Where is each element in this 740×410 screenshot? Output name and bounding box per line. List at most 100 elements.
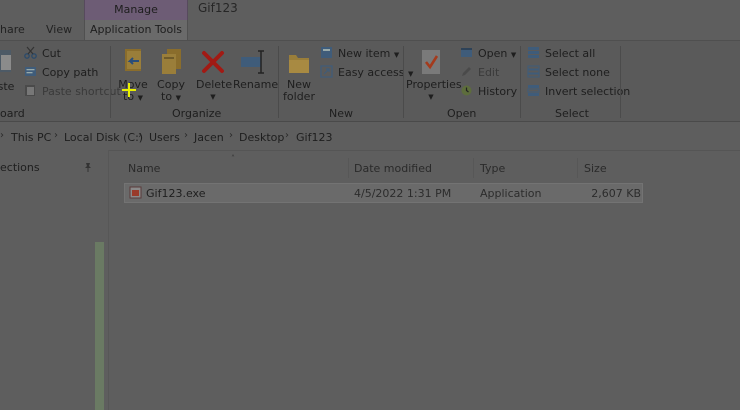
ribbon-separator xyxy=(620,46,621,118)
paste-shortcut-icon xyxy=(24,84,37,97)
copy-to-icon xyxy=(157,47,185,77)
chevron-down-icon: ▼ xyxy=(393,51,400,59)
paste-label: ste xyxy=(0,80,15,93)
new-folder-label-line2: folder xyxy=(283,90,315,103)
copy-path-icon xyxy=(24,65,37,78)
address-bar[interactable]: › This PC › Local Disk (C:) › Users › Ja… xyxy=(0,122,740,151)
cut-button[interactable]: Cut xyxy=(24,46,61,62)
file-size: 2,607 KB xyxy=(591,187,641,200)
breadcrumb-this-pc[interactable]: This PC xyxy=(11,131,51,144)
chevron-down-icon: ▼ xyxy=(137,94,143,102)
tab-application-tools[interactable]: Application Tools xyxy=(84,20,188,40)
clipboard-group-label: oard xyxy=(0,107,25,120)
invert-selection-label: Invert selection xyxy=(545,85,631,98)
breadcrumb-desktop[interactable]: Desktop xyxy=(239,131,284,144)
breadcrumb-local-disk[interactable]: Local Disk (C:) xyxy=(64,131,143,144)
column-header-date-modified[interactable]: Date modified xyxy=(354,162,432,175)
paste-shortcut-label: Paste shortcut xyxy=(42,85,121,98)
column-header-name[interactable]: Name xyxy=(128,162,160,175)
navigation-pane: ections xyxy=(0,150,109,410)
window-title: Gif123 xyxy=(198,1,238,15)
copy-to-label-line2-text: to xyxy=(161,90,173,103)
nav-pane-scrollbar[interactable] xyxy=(95,242,104,410)
edit-button[interactable]: Edit xyxy=(460,65,499,81)
new-item-icon xyxy=(320,46,333,59)
new-group-label: New xyxy=(329,107,353,120)
paste-button[interactable]: ste xyxy=(0,47,18,93)
tab-share[interactable]: hare xyxy=(0,20,25,40)
chevron-right-icon: › xyxy=(54,130,58,141)
properties-icon xyxy=(417,47,445,77)
chevron-right-icon: › xyxy=(184,130,188,141)
breadcrumb-gif123[interactable]: Gif123 xyxy=(296,131,332,144)
ribbon-separator xyxy=(110,46,111,118)
select-all-button[interactable]: Select all xyxy=(527,46,595,62)
copy-path-label: Copy path xyxy=(42,66,99,79)
chevron-down-icon: ▼ xyxy=(428,93,434,101)
new-folder-icon xyxy=(285,47,313,77)
paste-icon xyxy=(0,47,13,77)
column-divider[interactable] xyxy=(473,158,474,178)
sort-ascending-icon: ˄ xyxy=(231,154,235,163)
exe-file-icon xyxy=(129,186,142,199)
column-divider[interactable] xyxy=(348,158,349,178)
history-icon xyxy=(460,84,473,97)
new-folder-button[interactable]: New folder xyxy=(282,47,316,103)
breadcrumb-users[interactable]: Users xyxy=(149,131,180,144)
file-name[interactable]: Gif123.exe xyxy=(146,187,205,200)
pin-icon[interactable] xyxy=(83,162,93,175)
paste-shortcut-button[interactable]: Paste shortcut xyxy=(24,84,121,100)
ribbon-separator xyxy=(403,46,404,118)
easy-access-icon xyxy=(320,65,333,78)
select-none-icon xyxy=(527,65,540,78)
open-icon xyxy=(460,46,473,59)
chevron-right-icon: › xyxy=(229,130,233,141)
open-button[interactable]: Open ▼ xyxy=(460,46,516,62)
properties-button[interactable]: Properties ▼ xyxy=(406,47,462,103)
easy-access-label: Easy access xyxy=(338,66,405,79)
delete-x-icon xyxy=(199,47,227,77)
edit-pencil-icon xyxy=(460,65,473,78)
select-none-button[interactable]: Select none xyxy=(527,65,610,81)
column-header-type[interactable]: Type xyxy=(480,162,505,175)
tab-label: Application Tools xyxy=(89,23,183,36)
rename-label: Rename xyxy=(233,78,279,91)
move-to-icon xyxy=(119,47,147,77)
file-type: Application xyxy=(480,187,542,200)
select-all-icon xyxy=(527,46,540,59)
scissors-icon xyxy=(24,46,37,59)
ribbon: ste Cut Copy path Paste shortcut oard Mo… xyxy=(0,40,740,122)
rename-icon xyxy=(239,47,267,77)
history-label: History xyxy=(478,85,518,98)
copy-to-button[interactable]: Copy to ▼ xyxy=(154,47,188,104)
copy-path-button[interactable]: Copy path xyxy=(24,65,98,81)
rename-button[interactable]: Rename xyxy=(233,47,279,91)
file-date-modified: 4/5/2022 1:31 PM xyxy=(354,187,452,200)
easy-access-button[interactable]: Easy access ▼ xyxy=(320,65,413,81)
select-group-label: Select xyxy=(555,107,589,120)
cut-label: Cut xyxy=(42,47,61,60)
chevron-down-icon: ▼ xyxy=(510,51,517,59)
context-tab-label: Manage xyxy=(114,3,158,16)
tab-view[interactable]: View xyxy=(46,20,72,40)
column-divider[interactable] xyxy=(577,158,578,178)
open-label: Open xyxy=(478,47,508,60)
history-button[interactable]: History xyxy=(460,84,517,100)
chevron-right-icon: › xyxy=(285,130,289,141)
crosshair-cursor-icon xyxy=(122,83,136,97)
delete-button[interactable]: Delete ▼ xyxy=(196,47,233,103)
chevron-down-icon: ▼ xyxy=(175,94,181,102)
open-group-label: Open xyxy=(447,107,477,120)
invert-selection-icon xyxy=(527,84,540,97)
copy-to-label-line2: to ▼ xyxy=(154,91,188,104)
breadcrumb-jacen[interactable]: Jacen xyxy=(194,131,224,144)
invert-selection-button[interactable]: Invert selection xyxy=(527,84,630,100)
chevron-down-icon: ▼ xyxy=(210,93,216,101)
nav-quick-access[interactable]: ections xyxy=(0,161,40,174)
chevron-right-icon: › xyxy=(0,130,4,141)
column-header-size[interactable]: Size xyxy=(584,162,607,175)
ribbon-tab-bar: hare View Manage Application Tools Gif12… xyxy=(0,0,740,40)
organize-group-label: Organize xyxy=(172,107,222,120)
new-item-button[interactable]: New item ▼ xyxy=(320,46,399,62)
delete-label: Delete xyxy=(196,78,233,91)
